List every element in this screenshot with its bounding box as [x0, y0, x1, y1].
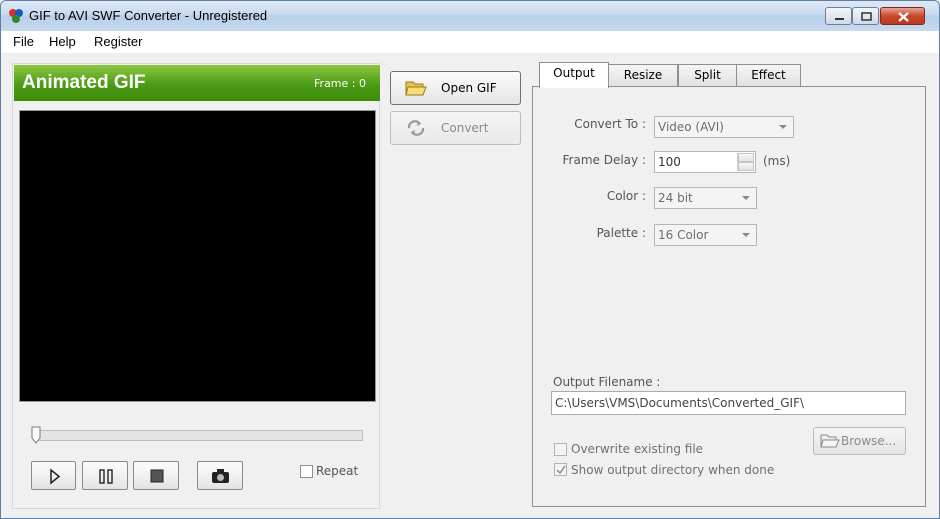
- preview-title: Animated GIF: [22, 72, 146, 93]
- overwrite-checkbox[interactable]: [554, 443, 567, 456]
- camera-icon: [212, 469, 229, 483]
- play-icon: [50, 468, 61, 485]
- open-folder-icon: [405, 81, 427, 96]
- palette-dropdown[interactable]: 16 Color: [654, 224, 757, 246]
- menu-help[interactable]: Help: [49, 34, 76, 49]
- chevron-down-icon: [742, 233, 750, 237]
- show-output-dir-label: Show output directory when done: [571, 463, 775, 477]
- app-icon: [9, 9, 23, 23]
- frame-delay-label: Frame Delay :: [562, 153, 646, 167]
- folder-icon: [820, 434, 840, 448]
- maximize-button[interactable]: [852, 7, 879, 25]
- pause-button[interactable]: [82, 461, 128, 490]
- seek-slider-track[interactable]: [35, 430, 363, 441]
- repeat-checkbox[interactable]: [300, 465, 313, 478]
- palette-label: Palette :: [596, 226, 646, 240]
- snapshot-button[interactable]: [197, 461, 243, 490]
- color-label: Color :: [606, 189, 646, 203]
- preview-header: Animated GIF Frame : 0: [14, 65, 380, 101]
- color-value: 24 bit: [658, 191, 693, 205]
- title-bar[interactable]: GIF to AVI SWF Converter - Unregistered: [1, 1, 939, 31]
- seek-slider-thumb[interactable]: [31, 426, 41, 444]
- convert-to-value: Video (AVI): [658, 120, 724, 134]
- pause-icon: [99, 469, 113, 484]
- palette-value: 16 Color: [658, 228, 709, 242]
- output-filename-label: Output Filename :: [553, 375, 661, 389]
- output-filename-input[interactable]: C:\Users\VMS\Documents\Converted_GIF\: [551, 391, 906, 415]
- app-window: GIF to AVI SWF Converter - Unregistered …: [0, 0, 940, 519]
- frame-delay-unit: (ms): [763, 154, 791, 168]
- convert-to-dropdown[interactable]: Video (AVI): [654, 116, 794, 138]
- tab-output[interactable]: Output: [539, 62, 609, 88]
- stop-button[interactable]: [133, 461, 179, 490]
- convert-label: Convert: [441, 121, 489, 135]
- frame-delay-stepper[interactable]: 100: [654, 151, 756, 173]
- tab-resize[interactable]: Resize: [608, 64, 678, 86]
- convert-button[interactable]: Convert: [390, 111, 521, 145]
- tab-effect[interactable]: Effect: [736, 64, 801, 86]
- open-gif-button[interactable]: Open GIF: [390, 71, 521, 105]
- gif-preview-area: [19, 110, 376, 402]
- tab-split[interactable]: Split: [678, 64, 737, 86]
- convert-icon: [407, 120, 425, 136]
- minimize-icon: [835, 18, 844, 20]
- minimize-button[interactable]: [825, 7, 852, 25]
- spin-up-button[interactable]: [738, 153, 754, 162]
- show-output-dir-checkbox[interactable]: [554, 463, 567, 476]
- open-gif-label: Open GIF: [441, 81, 497, 95]
- preview-panel: Animated GIF Frame : 0 Repeat: [12, 63, 380, 509]
- chevron-down-icon: [779, 125, 787, 129]
- convert-to-label: Convert To :: [574, 117, 646, 131]
- frame-counter: Frame : 0: [314, 77, 366, 90]
- window-title: GIF to AVI SWF Converter - Unregistered: [29, 8, 268, 23]
- frame-delay-value: 100: [658, 155, 681, 169]
- color-dropdown[interactable]: 24 bit: [654, 187, 757, 209]
- menu-file[interactable]: File: [13, 34, 34, 49]
- menu-register[interactable]: Register: [94, 34, 142, 49]
- overwrite-label: Overwrite existing file: [571, 442, 704, 456]
- repeat-label: Repeat: [316, 464, 359, 478]
- main-area: Animated GIF Frame : 0 Repeat Open GIF C…: [1, 53, 939, 518]
- play-button[interactable]: [31, 461, 76, 490]
- browse-label: Browse...: [841, 434, 897, 448]
- frame-delay-spin-buttons: [737, 153, 754, 171]
- chevron-down-icon: [742, 196, 750, 200]
- close-button[interactable]: [880, 7, 925, 25]
- browse-button[interactable]: Browse...: [813, 427, 906, 455]
- checkmark-icon: [556, 465, 566, 475]
- stop-icon: [150, 469, 164, 483]
- maximize-icon: [861, 12, 872, 21]
- menu-bar: File Help Register: [1, 31, 939, 53]
- spin-down-button[interactable]: [738, 162, 754, 171]
- close-icon: [898, 12, 909, 22]
